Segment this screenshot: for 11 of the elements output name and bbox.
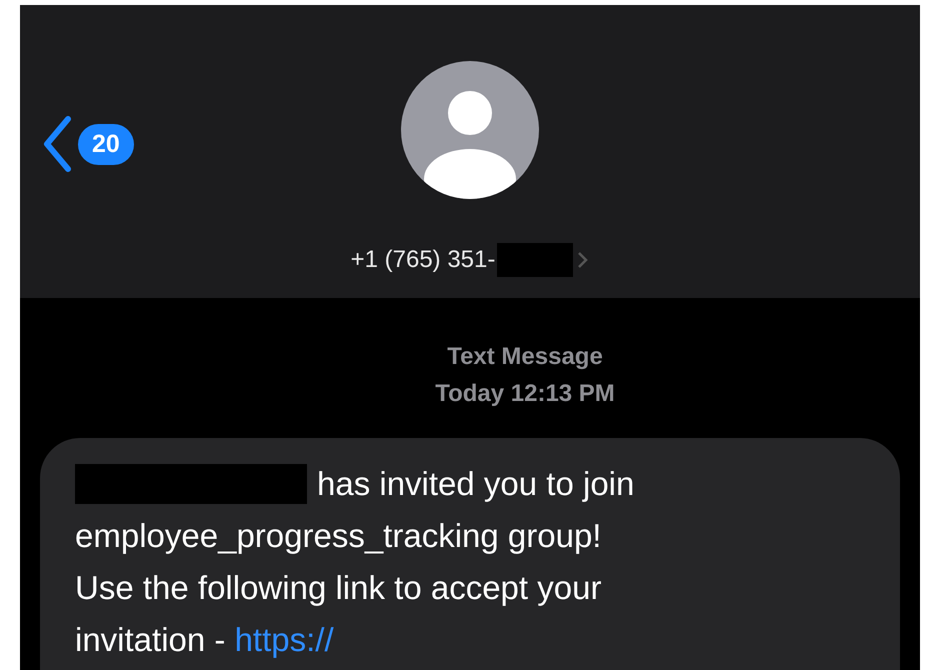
unread-count-badge: 20 [78, 124, 134, 164]
avatar-icon[interactable] [401, 61, 539, 199]
message-link[interactable]: https:// [234, 621, 334, 658]
message-text: employee_progress_tracking group! Use the following link to accept your invitation - https:// [75, 516, 602, 660]
service-label: Text Message [447, 342, 603, 372]
message-timestamp: Today 12:13 PM [435, 379, 615, 409]
message-text: has invited you to join [317, 464, 634, 504]
back-chevron-icon [42, 115, 72, 173]
chevron-right-icon [575, 250, 590, 270]
contact-button[interactable]: +1 (765) 351- [350, 243, 590, 277]
back-button[interactable]: 20 [42, 115, 134, 173]
